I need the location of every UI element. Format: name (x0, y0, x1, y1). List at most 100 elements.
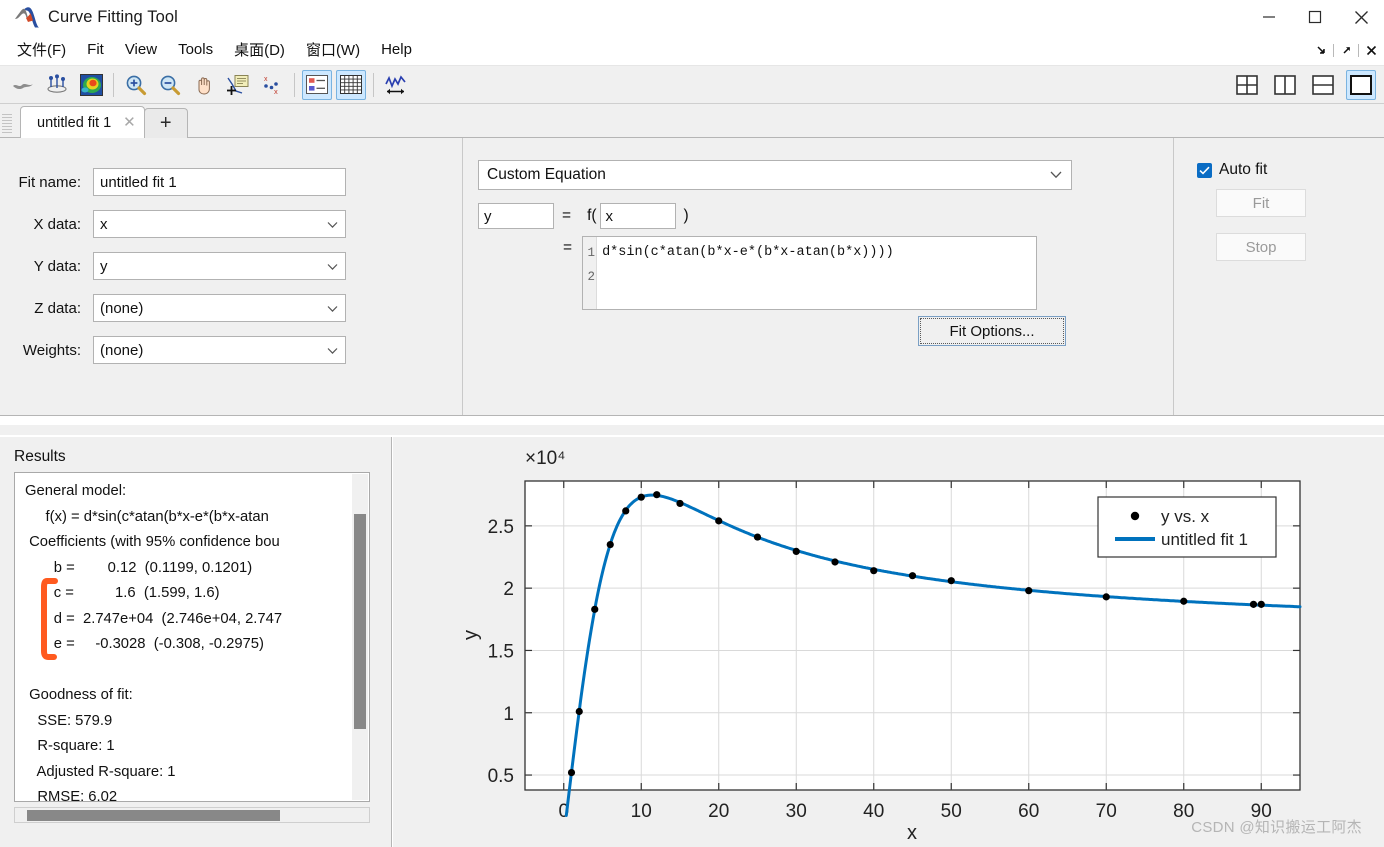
colormap-icon[interactable] (76, 70, 106, 100)
independent-var-input[interactable]: x (599, 203, 676, 229)
tab-strip-grip[interactable] (2, 114, 12, 134)
data-point[interactable] (831, 558, 839, 566)
y-axis-label: y (460, 630, 482, 640)
data-point[interactable] (575, 707, 583, 716)
fit-plot[interactable]: 0 10 20 30 40 50 60 70 80 90 0.511.522.5 ×10⁴ y x… (393, 437, 1384, 847)
minimize-panel-icon[interactable] (1312, 39, 1330, 61)
results-textbox[interactable]: General model: f(x) = d*sin(c*atan(b*x-e… (14, 472, 370, 802)
axes-points-icon[interactable] (42, 70, 72, 100)
data-point[interactable] (1249, 600, 1258, 608)
scrollbar-thumb[interactable] (354, 514, 366, 729)
data-point[interactable] (908, 572, 917, 580)
divider (373, 72, 374, 97)
data-point[interactable] (622, 507, 630, 515)
y-tick-label: 0.5 (488, 766, 514, 787)
minimize-button[interactable] (1246, 0, 1292, 34)
divider (113, 72, 114, 97)
maximize-button[interactable] (1292, 0, 1338, 34)
menu-tools[interactable]: Tools (169, 39, 222, 60)
equals-sign: = (562, 207, 572, 224)
grid-icon[interactable] (336, 69, 366, 100)
fit-options-button[interactable]: Fit Options... (918, 316, 1066, 346)
menu-view[interactable]: View (116, 39, 166, 60)
fit-button[interactable]: Fit (1216, 189, 1306, 217)
y-data-select[interactable]: y (93, 252, 346, 280)
data-point[interactable] (1257, 600, 1265, 608)
data-point[interactable] (1180, 597, 1188, 605)
data-cursor-icon[interactable] (223, 70, 253, 100)
data-point[interactable] (792, 547, 800, 555)
zoom-out-icon[interactable] (155, 70, 185, 100)
stop-button[interactable]: Stop (1216, 233, 1306, 261)
data-point[interactable] (1025, 587, 1033, 595)
menu-desktop[interactable]: 桌面(D) (225, 37, 294, 62)
chevron-down-icon (327, 258, 338, 275)
fit-name-row: Fit name: untitled fit 1 (0, 168, 346, 196)
legend-icon[interactable] (302, 69, 332, 100)
y-data-value: y (100, 257, 108, 275)
z-data-select[interactable]: (none) (93, 294, 346, 322)
panel-divider[interactable] (0, 425, 1384, 435)
data-point[interactable] (606, 540, 614, 549)
equation-editor[interactable]: 12 d*sin(c*atan(b*x-e*(b*x-atan(b*x)))) (582, 236, 1038, 310)
data-point[interactable] (567, 768, 576, 777)
data-point[interactable] (591, 605, 599, 613)
menu-file[interactable]: 文件(F) (8, 37, 75, 62)
data-point[interactable] (676, 499, 684, 508)
x-tick-label: 40 (863, 801, 884, 822)
z-data-row: Z data: (none) (0, 294, 346, 322)
weights-select[interactable]: (none) (93, 336, 346, 364)
layout-quad-icon[interactable] (1232, 70, 1262, 100)
toolbar: x x (0, 66, 1384, 104)
data-point[interactable] (753, 533, 762, 541)
layout-single-icon[interactable] (1346, 70, 1376, 100)
weights-label: Weights: (22, 341, 81, 359)
auto-fit-label: Auto fit (1219, 161, 1268, 178)
fit-name-input[interactable]: untitled fit 1 (93, 168, 346, 196)
auto-fit-checkbox[interactable] (1197, 162, 1212, 178)
layout-vertical-split-icon[interactable] (1270, 70, 1300, 100)
y-tick-label: 1.5 (488, 641, 514, 662)
dependent-var-input[interactable]: y (478, 203, 554, 229)
tab-untitled-fit-1[interactable]: untitled fit 1 ✕ (20, 106, 145, 138)
line-number-gutter: 12 (583, 237, 598, 309)
svg-text:x: x (264, 76, 268, 83)
legend-label-fit: untitled fit 1 (1161, 530, 1248, 549)
zoom-in-icon[interactable] (121, 70, 151, 100)
close-button[interactable] (1338, 0, 1384, 34)
scrollbar-thumb[interactable] (27, 810, 280, 821)
results-horizontal-scrollbar[interactable] (14, 807, 370, 823)
x-tick-label: 70 (1096, 801, 1117, 822)
fit-surface-icon[interactable] (8, 70, 38, 100)
close-panel-icon[interactable] (1362, 39, 1380, 61)
data-point[interactable] (637, 493, 645, 501)
data-point[interactable] (870, 567, 878, 575)
x-data-select[interactable]: x (93, 210, 346, 238)
menu-fit[interactable]: Fit (78, 39, 113, 60)
data-point[interactable] (1102, 593, 1110, 601)
equation-text[interactable]: d*sin(c*atan(b*x-e*(b*x-atan(b*x)))) (597, 237, 1036, 309)
data-point[interactable] (947, 577, 955, 585)
x-tick-label: 50 (941, 801, 962, 822)
undock-icon[interactable] (1337, 39, 1355, 61)
data-point[interactable] (715, 517, 723, 525)
auto-fit-row[interactable]: Auto fit (1197, 161, 1267, 179)
add-fit-tab[interactable]: + (143, 108, 188, 138)
equation-type-select[interactable]: Custom Equation (478, 160, 1072, 190)
x-tick-label: 20 (708, 801, 729, 822)
results-vertical-scrollbar[interactable] (352, 474, 368, 800)
exclude-outliers-icon[interactable]: x x (257, 70, 287, 100)
window-title: Curve Fitting Tool (48, 7, 178, 26)
matlab-logo-icon (14, 6, 40, 28)
tab-label: untitled fit 1 (37, 114, 112, 131)
menu-window[interactable]: 窗口(W) (297, 37, 369, 62)
layout-horizontal-split-icon[interactable] (1308, 70, 1338, 100)
menu-help[interactable]: Help (372, 39, 421, 60)
z-data-label: Z data: (34, 299, 81, 317)
data-point[interactable] (653, 491, 661, 499)
residuals-plot-icon[interactable] (381, 70, 411, 100)
results-title: Results (14, 448, 66, 465)
pan-hand-icon[interactable] (189, 70, 219, 100)
weights-value: (none) (100, 341, 144, 359)
close-icon[interactable]: ✕ (123, 115, 136, 130)
